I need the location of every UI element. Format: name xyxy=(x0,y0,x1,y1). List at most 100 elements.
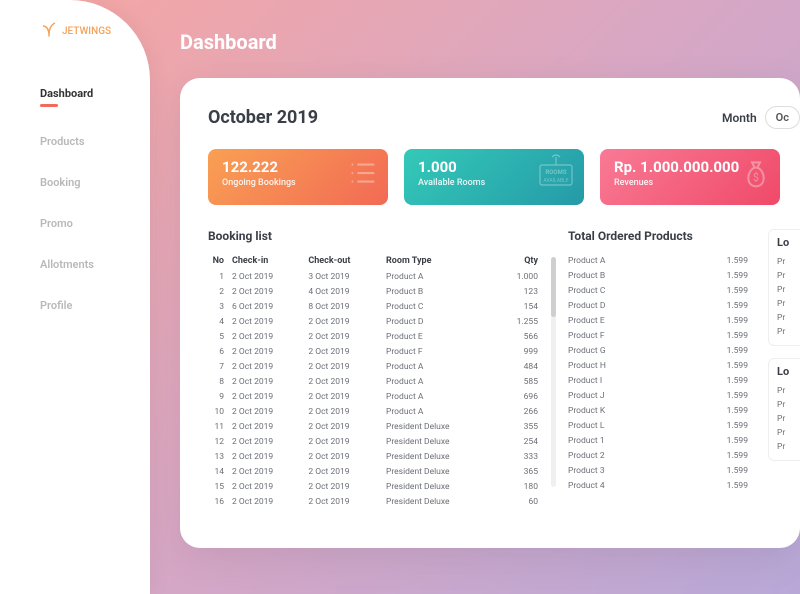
table-row[interactable]: 52 Oct 20192 Oct 2019Product E566 xyxy=(208,329,548,344)
cell-checkin: 2 Oct 2019 xyxy=(228,374,304,389)
product-name: Product 2 xyxy=(568,451,605,461)
cell-no: 1 xyxy=(208,269,228,284)
product-qty: 1.599 xyxy=(727,316,748,326)
cell-qty: 999 xyxy=(493,344,548,359)
cell-checkin: 6 Oct 2019 xyxy=(228,299,304,314)
column-header: Qty xyxy=(493,253,548,269)
cell-roomtype: Product F xyxy=(382,344,493,359)
cell-qty: 180 xyxy=(493,479,548,494)
cell-checkout: 4 Oct 2019 xyxy=(304,284,382,299)
cell-roomtype: Product A xyxy=(382,389,493,404)
cell-qty: 1.255 xyxy=(493,314,548,329)
stat-revenues[interactable]: Rp. 1.000.000.000 Revenues $ xyxy=(600,149,780,205)
product-name: Product L xyxy=(568,421,604,431)
cell-checkout: 2 Oct 2019 xyxy=(304,449,382,464)
cell-checkin: 2 Oct 2019 xyxy=(228,344,304,359)
nav-item-allotments[interactable]: Allotments xyxy=(40,244,150,285)
table-row[interactable]: 42 Oct 20192 Oct 2019Product D1.255 xyxy=(208,314,548,329)
cell-roomtype: Product A xyxy=(382,269,493,284)
product-row[interactable]: Product C1.599 xyxy=(568,283,748,298)
cell-qty: 266 xyxy=(493,404,548,419)
table-row[interactable]: 112 Oct 20192 Oct 2019President Deluxe35… xyxy=(208,419,548,434)
cell-no: 5 xyxy=(208,329,228,344)
product-row[interactable]: Product L 1.599 xyxy=(568,418,748,433)
table-row[interactable]: 102 Oct 20192 Oct 2019Product A266 xyxy=(208,404,548,419)
product-row[interactable]: Product J1.599 xyxy=(568,388,748,403)
product-row[interactable]: Product F1.599 xyxy=(568,328,748,343)
table-row[interactable]: 22 Oct 20194 Oct 2019Product B123 xyxy=(208,284,548,299)
cutoff-line: Pr xyxy=(777,297,800,311)
cell-qty: 566 xyxy=(493,329,548,344)
product-row[interactable]: Product 11.599 xyxy=(568,433,748,448)
product-row[interactable]: Product A1.599 xyxy=(568,253,748,268)
panel-title: Total Ordered Products xyxy=(568,229,748,243)
cutoff-line: Pr xyxy=(777,311,800,325)
main: Dashboard October 2019 Month Oc 122.222 … xyxy=(150,0,800,594)
cell-checkin: 2 Oct 2019 xyxy=(228,449,304,464)
cell-checkin: 2 Oct 2019 xyxy=(228,314,304,329)
table-row[interactable]: 62 Oct 20192 Oct 2019Product F999 xyxy=(208,344,548,359)
stat-available-rooms[interactable]: 1.000 Available Rooms ROOMS AVAILABLE xyxy=(404,149,584,205)
ordered-products-panel: Total Ordered Products Product A1.599Pro… xyxy=(568,229,748,509)
product-row[interactable]: Product 31.599 xyxy=(568,463,748,478)
nav-item-products[interactable]: Products xyxy=(40,121,150,162)
dashboard-card: October 2019 Month Oc 122.222 Ongoing Bo… xyxy=(180,78,800,548)
cell-checkout: 2 Oct 2019 xyxy=(304,374,382,389)
table-row[interactable]: 132 Oct 20192 Oct 2019President Deluxe33… xyxy=(208,449,548,464)
nav-item-dashboard[interactable]: Dashboard xyxy=(40,73,150,121)
scrollbar[interactable] xyxy=(551,257,556,487)
table-row[interactable]: 152 Oct 20192 Oct 2019President Deluxe18… xyxy=(208,479,548,494)
stat-ongoing-bookings[interactable]: 122.222 Ongoing Bookings xyxy=(208,149,388,205)
product-row[interactable]: Product 21.599 xyxy=(568,448,748,463)
product-row[interactable]: Product G1.599 xyxy=(568,343,748,358)
product-row[interactable]: Product I1.599 xyxy=(568,373,748,388)
product-name: Product C xyxy=(568,286,605,296)
cell-qty: 696 xyxy=(493,389,548,404)
cell-roomtype: Product A xyxy=(382,374,493,389)
product-row[interactable]: Product E1.599 xyxy=(568,313,748,328)
table-row[interactable]: 92 Oct 20192 Oct 2019Product A696 xyxy=(208,389,548,404)
product-qty: 1.599 xyxy=(727,421,748,431)
nav-item-profile[interactable]: Profile xyxy=(40,285,150,326)
cell-checkin: 2 Oct 2019 xyxy=(228,494,304,509)
table-row[interactable]: 72 Oct 20192 Oct 2019Product A484 xyxy=(208,359,548,374)
cutoff-line: Pr xyxy=(777,398,800,412)
cell-qty: 123 xyxy=(493,284,548,299)
cell-checkin: 2 Oct 2019 xyxy=(228,389,304,404)
table-row[interactable]: 12 Oct 20193 Oct 2019Product A1.000 xyxy=(208,269,548,284)
table-row[interactable]: 82 Oct 20192 Oct 2019Product A585 xyxy=(208,374,548,389)
cell-qty: 355 xyxy=(493,419,548,434)
product-qty: 1.599 xyxy=(727,301,748,311)
cell-roomtype: Product D xyxy=(382,314,493,329)
product-name: Product I xyxy=(568,376,602,386)
table-row[interactable]: 36 Oct 20198 Oct 2019Product C154 xyxy=(208,299,548,314)
cell-checkin: 2 Oct 2019 xyxy=(228,269,304,284)
booking-table: NoCheck-inCheck-outRoom TypeQty 12 Oct 2… xyxy=(208,253,548,509)
cell-no: 6 xyxy=(208,344,228,359)
cell-no: 11 xyxy=(208,419,228,434)
nav-item-booking[interactable]: Booking xyxy=(40,162,150,203)
cell-checkout: 8 Oct 2019 xyxy=(304,299,382,314)
product-name: Product G xyxy=(568,346,606,356)
product-name: Product F xyxy=(568,331,605,341)
cutoff-line: Pr xyxy=(777,384,800,398)
cell-roomtype: Product B xyxy=(382,284,493,299)
cell-no: 10 xyxy=(208,404,228,419)
product-row[interactable]: Product H1.599 xyxy=(568,358,748,373)
product-qty: 1.599 xyxy=(727,271,748,281)
product-row[interactable]: Product D1.599 xyxy=(568,298,748,313)
product-row[interactable]: Product 41.599 xyxy=(568,478,748,493)
table-row[interactable]: 162 Oct 20192 Oct 2019President Deluxe60 xyxy=(208,494,548,509)
product-row[interactable]: Product K1.599 xyxy=(568,403,748,418)
cell-checkout: 2 Oct 2019 xyxy=(304,359,382,374)
month-label: Month xyxy=(722,111,757,125)
month-select[interactable]: Oc xyxy=(765,106,800,129)
table-row[interactable]: 142 Oct 20192 Oct 2019President Deluxe36… xyxy=(208,464,548,479)
cell-checkout: 2 Oct 2019 xyxy=(304,329,382,344)
table-row[interactable]: 122 Oct 20192 Oct 2019President Deluxe25… xyxy=(208,434,548,449)
product-name: Product B xyxy=(568,271,605,281)
cell-no: 12 xyxy=(208,434,228,449)
product-row[interactable]: Product B 1.599 xyxy=(568,268,748,283)
product-qty: 1.599 xyxy=(727,481,748,491)
nav-item-promo[interactable]: Promo xyxy=(40,203,150,244)
